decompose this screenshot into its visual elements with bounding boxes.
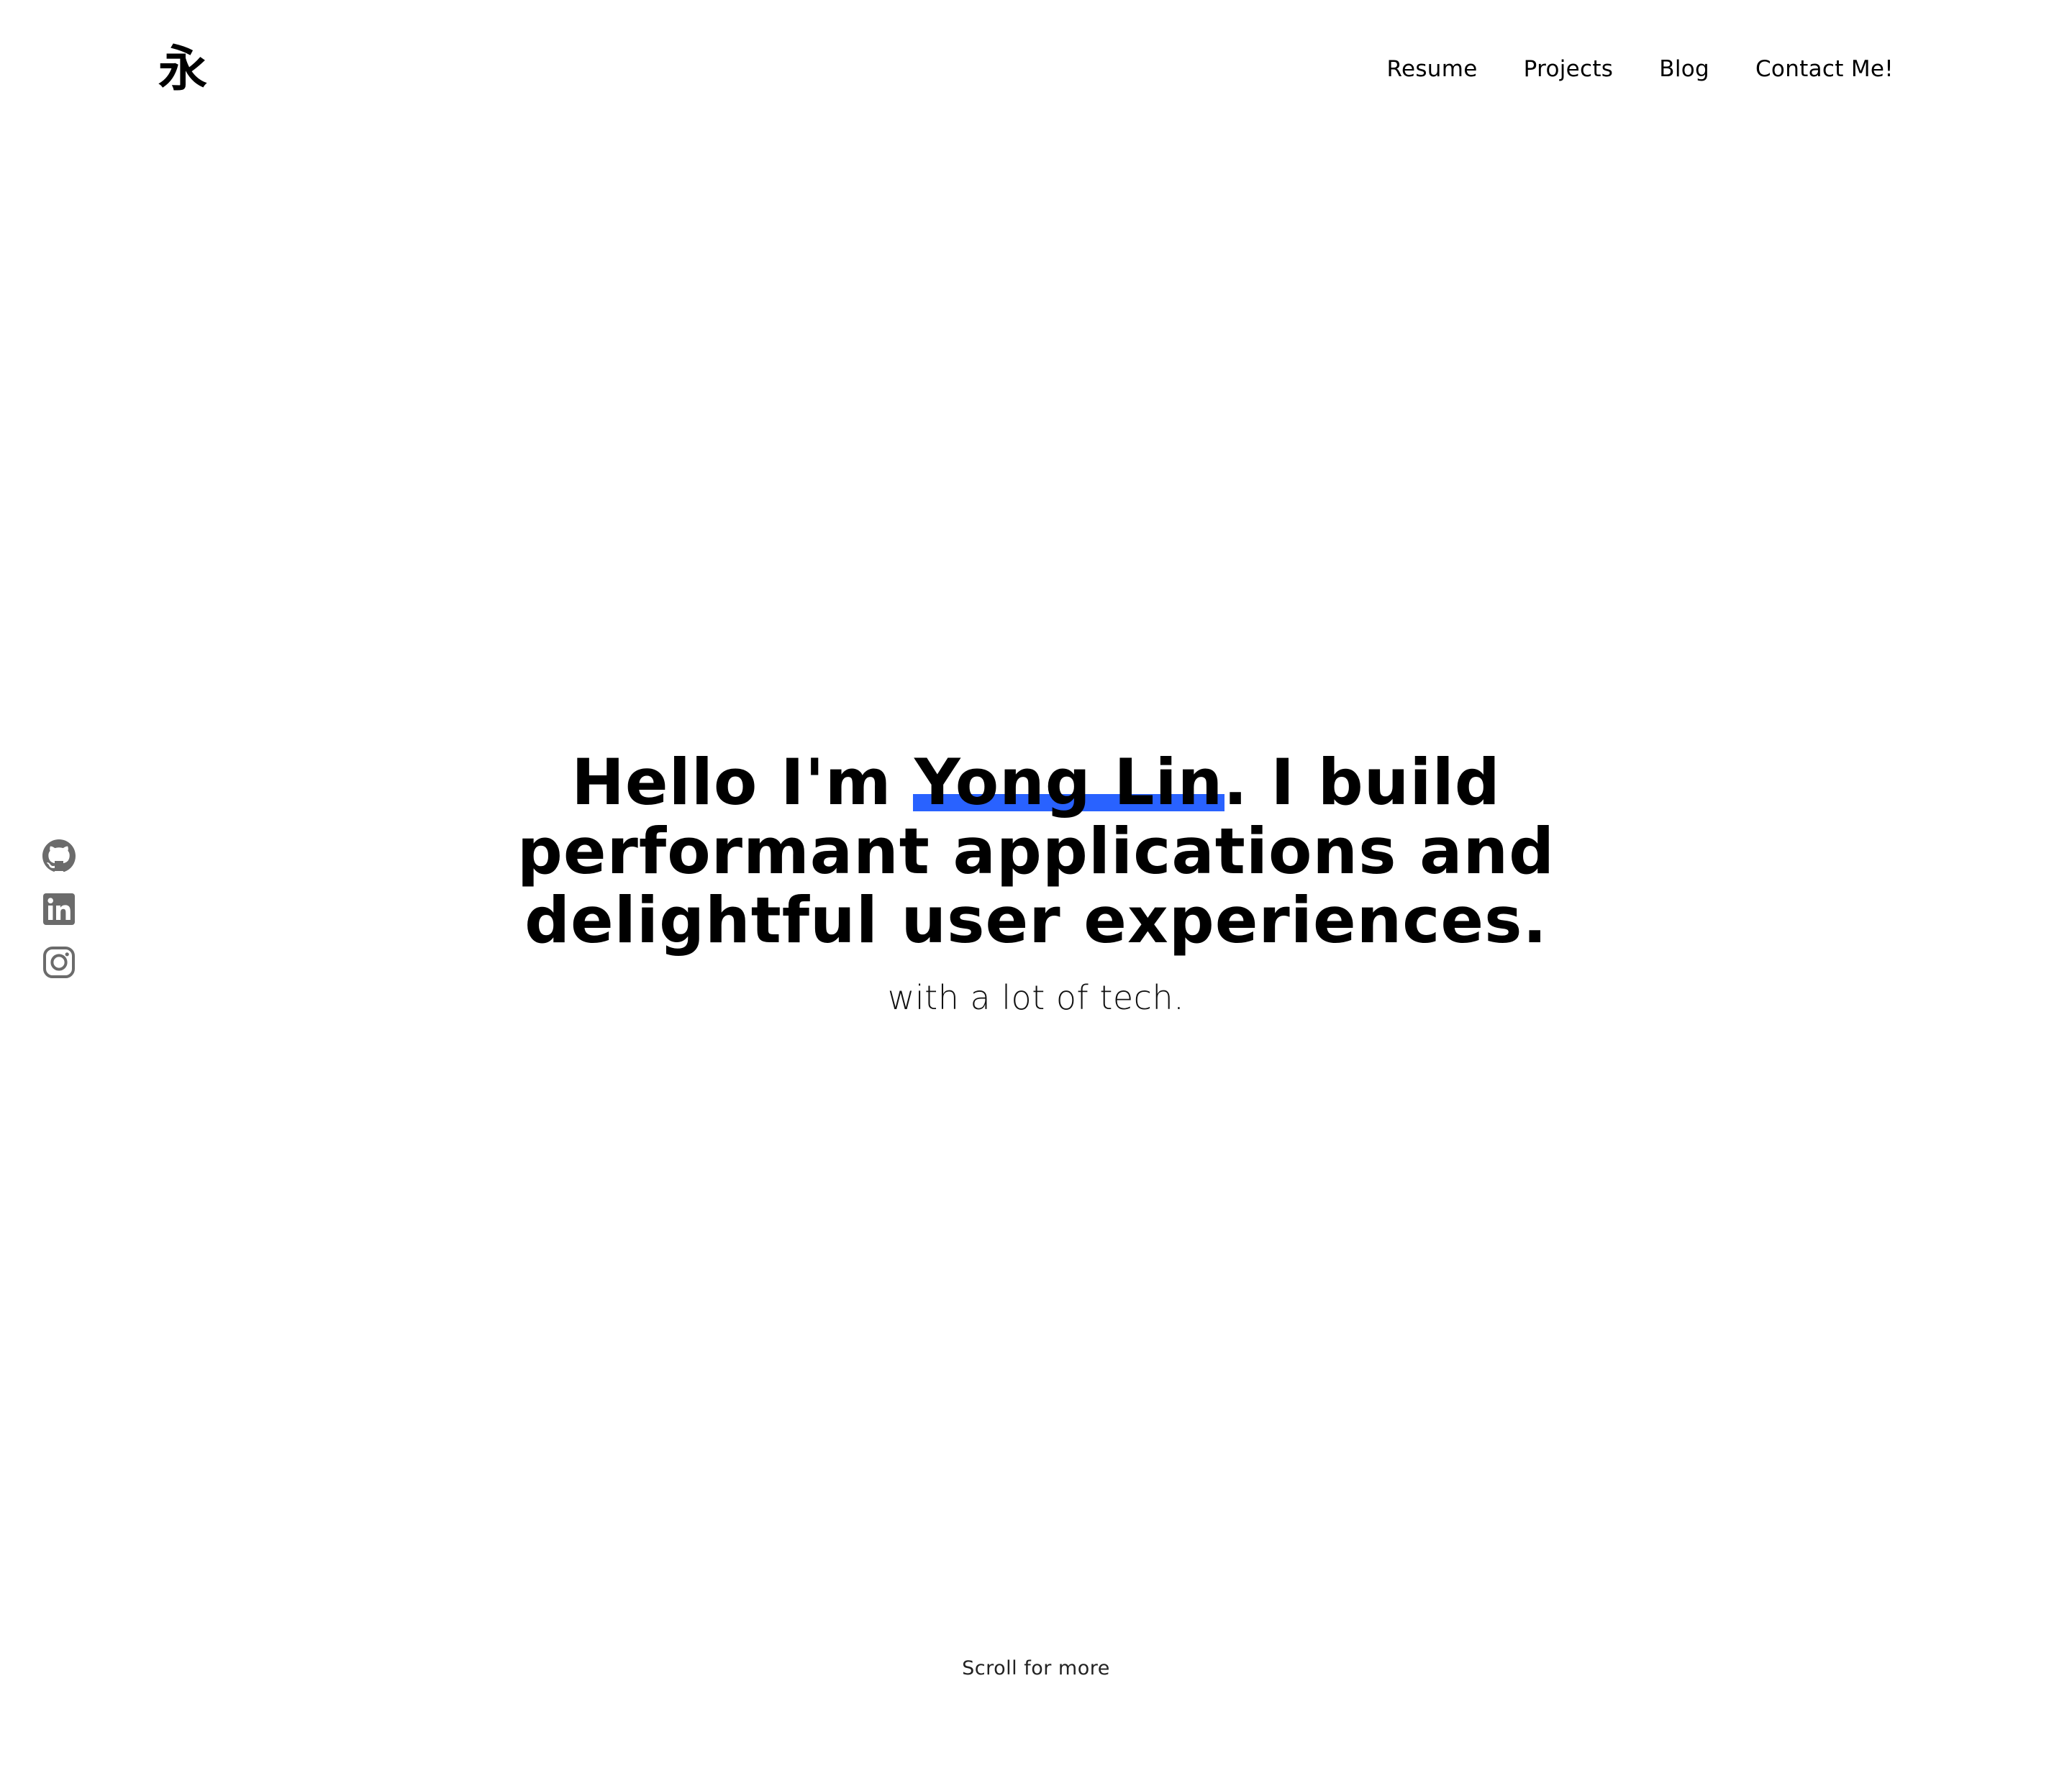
logo[interactable]: 永 — [158, 40, 210, 98]
hero-name: Yong Lin — [914, 745, 1224, 819]
nav-link-contact[interactable]: Contact Me! — [1755, 56, 1894, 82]
hero-headline: Hello I'm Yong Lin. I build performant a… — [403, 748, 1669, 955]
nav-link-blog[interactable]: Blog — [1659, 56, 1709, 82]
name-highlight: Yong Lin — [913, 745, 1225, 819]
nav-link-projects[interactable]: Projects — [1524, 56, 1614, 82]
main-nav: Resume Projects Blog Contact Me! — [1387, 56, 1894, 82]
scroll-hint[interactable]: Scroll for more — [0, 1657, 2072, 1679]
page: 永 Resume Projects Blog Contact Me! Hello… — [0, 0, 2072, 1778]
hero-subline: with a lot of tech. — [887, 978, 1185, 1017]
nav-link-resume[interactable]: Resume — [1387, 56, 1478, 82]
headline-prefix: Hello I'm — [571, 745, 915, 819]
hero: Hello I'm Yong Lin. I build performant a… — [0, 748, 2072, 1018]
